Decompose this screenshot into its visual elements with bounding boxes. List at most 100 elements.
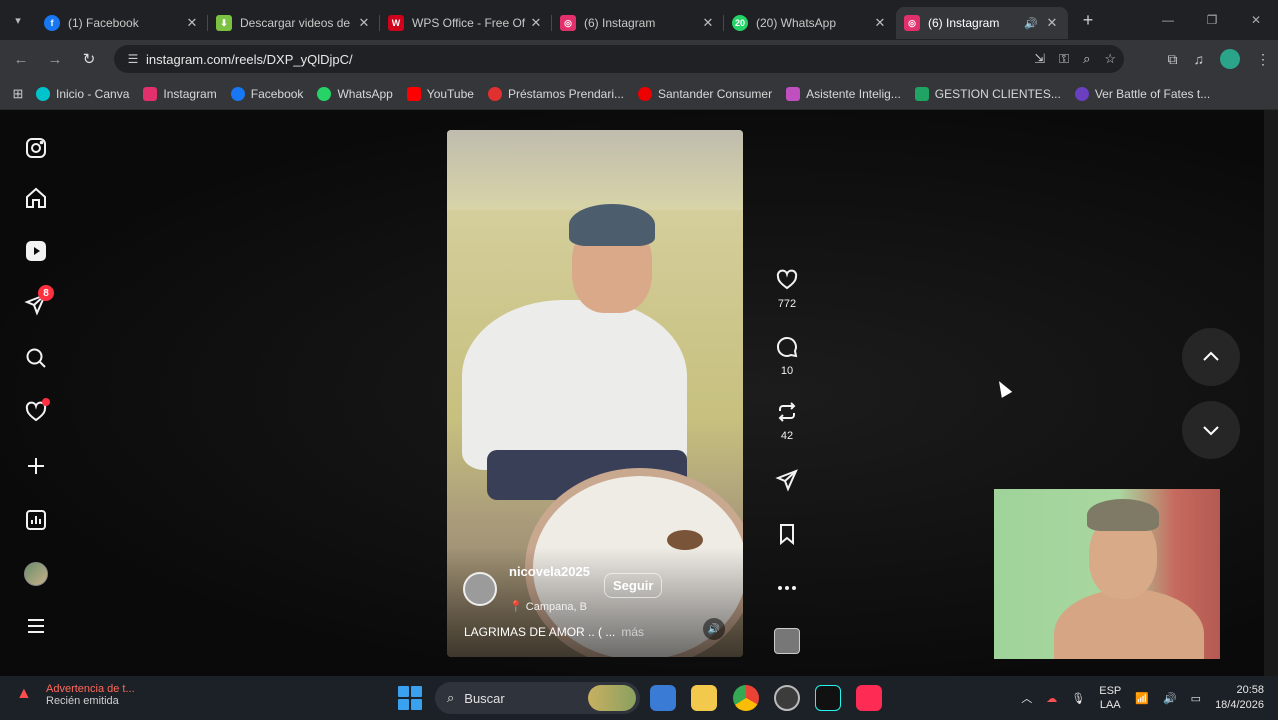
- like-action[interactable]: 772: [770, 268, 804, 310]
- profile-avatar[interactable]: [1220, 49, 1240, 69]
- save-action[interactable]: [770, 522, 804, 546]
- back-icon[interactable]: ←: [4, 42, 38, 76]
- bookmark-label: Inicio - Canva: [56, 86, 130, 101]
- reel-video[interactable]: nicovela2025 Seguir 📍 Campana, B LAGRIMA…: [447, 130, 743, 657]
- site-info-icon[interactable]: ☰: [120, 52, 146, 66]
- onedrive-icon[interactable]: ☁: [1046, 692, 1057, 705]
- profile-avatar[interactable]: [22, 560, 50, 588]
- bookmark-asistente[interactable]: Asistente Intelig...: [786, 86, 901, 101]
- follow-button[interactable]: Seguir: [604, 573, 663, 598]
- more-link[interactable]: más: [621, 625, 644, 639]
- tab-instagram-active[interactable]: ◎ (6) Instagram 🔊 ✕: [896, 7, 1068, 39]
- minimize-icon[interactable]: —: [1146, 0, 1190, 40]
- address-bar[interactable]: ☰ instagram.com/reels/DXP_yQlDjpC/ ⇲ ⚿ ⌕…: [114, 45, 1124, 73]
- volume-icon[interactable]: 🔊: [703, 618, 725, 640]
- close-icon[interactable]: ✕: [872, 15, 888, 31]
- wifi-icon[interactable]: 📶: [1135, 692, 1149, 705]
- menu-kebab-icon[interactable]: ⋮: [1256, 51, 1270, 68]
- previous-reel-button[interactable]: [1182, 328, 1240, 386]
- maximize-icon[interactable]: ❐: [1190, 0, 1234, 40]
- close-window-icon[interactable]: ✕: [1234, 0, 1278, 40]
- reels-icon[interactable]: [22, 237, 50, 265]
- tab-whatsapp[interactable]: 20 (20) WhatsApp ✕: [724, 7, 896, 39]
- bookmark-santander[interactable]: Santander Consumer: [638, 86, 772, 101]
- bookmark-star-icon[interactable]: ☆: [1104, 51, 1116, 67]
- language-indicator[interactable]: ESP LAA: [1099, 684, 1121, 712]
- close-icon[interactable]: ✕: [528, 15, 544, 31]
- bookmark-facebook[interactable]: Facebook: [230, 86, 303, 101]
- tab-instagram-1[interactable]: ◎ (6) Instagram ✕: [552, 7, 724, 39]
- more-options-icon[interactable]: [770, 576, 804, 600]
- home-icon[interactable]: [22, 184, 50, 212]
- chrome-icon[interactable]: [733, 685, 759, 711]
- windows-taskbar: ▲ Advertencia de t... Recién emitida ⌕ B…: [0, 676, 1278, 720]
- comment-action[interactable]: 10: [770, 335, 804, 377]
- chevron-down-icon: [1203, 426, 1219, 436]
- password-key-icon[interactable]: ⚿: [1059, 51, 1069, 67]
- speaker-icon[interactable]: 🔊: [1024, 17, 1038, 30]
- next-reel-button[interactable]: [1182, 401, 1240, 459]
- repost-count: 42: [780, 430, 794, 442]
- tab-search-button[interactable]: ▾: [0, 0, 36, 40]
- webcam-overlay: [994, 489, 1220, 659]
- close-icon[interactable]: ✕: [184, 15, 200, 31]
- bookmark-whatsapp[interactable]: WhatsApp: [317, 86, 393, 101]
- messages-icon[interactable]: 8: [22, 285, 54, 318]
- file-explorer-icon[interactable]: [691, 685, 717, 711]
- tab-facebook[interactable]: f (1) Facebook ✕: [36, 7, 208, 39]
- install-app-icon[interactable]: ⇲: [1034, 51, 1045, 67]
- battle-icon: [1074, 86, 1089, 101]
- location-label[interactable]: 📍 Campana, B: [509, 600, 589, 613]
- clock[interactable]: 20:58 18/4/2026: [1215, 683, 1264, 713]
- heart-icon[interactable]: [22, 398, 50, 426]
- new-tab-button[interactable]: +: [1072, 4, 1104, 36]
- author-avatar[interactable]: [463, 572, 497, 606]
- forward-icon[interactable]: →: [38, 42, 72, 76]
- reel-caption[interactable]: LAGRIMAS DE AMOR .. ( ... más: [464, 625, 644, 639]
- language-code: ESP: [1099, 685, 1122, 697]
- create-plus-icon[interactable]: [22, 452, 50, 480]
- volume-icon[interactable]: 🔊: [1163, 692, 1177, 705]
- zoom-icon[interactable]: ⌕: [1083, 51, 1090, 67]
- author-username[interactable]: nicovela2025: [509, 563, 595, 581]
- apps-grid-icon[interactable]: ⊞: [0, 86, 36, 102]
- tab-descargar[interactable]: ⬇ Descargar videos de ✕: [208, 7, 380, 39]
- hamburger-menu-icon[interactable]: [22, 612, 50, 640]
- bookmark-canva[interactable]: Inicio - Canva: [36, 86, 130, 101]
- browser-toolbar: ← → ↻ ☰ instagram.com/reels/DXP_yQlDjpC/…: [0, 40, 1278, 78]
- repost-action[interactable]: 42: [770, 400, 804, 442]
- chevron-up-icon[interactable]: ︿: [1021, 690, 1032, 706]
- close-icon[interactable]: ✕: [1044, 15, 1060, 31]
- bookmark-label: Préstamos Prendari...: [507, 86, 624, 101]
- chrome-app-icon[interactable]: [774, 685, 800, 711]
- store-app-icon[interactable]: [650, 685, 676, 711]
- reload-icon[interactable]: ↻: [72, 42, 106, 76]
- windows-start-icon[interactable]: [398, 686, 422, 710]
- audio-thumbnail[interactable]: [770, 628, 804, 654]
- search-icon[interactable]: [22, 344, 50, 372]
- url-text[interactable]: instagram.com/reels/DXP_yQlDjpC/: [146, 52, 353, 67]
- page-scrollbar[interactable]: [1264, 110, 1278, 676]
- tiktok-icon[interactable]: [815, 685, 841, 711]
- notification-widget[interactable]: ▲ Advertencia de t... Recién emitida: [16, 683, 135, 707]
- search-placeholder: Buscar: [464, 690, 505, 706]
- microphone-icon[interactable]: 🎙: [1071, 692, 1085, 705]
- tiktok-app-icon[interactable]: [856, 685, 882, 711]
- system-tray: ︿ ☁ 🎙 ESP LAA 📶 🔊 ▭ 20:58 18/4/2026: [1021, 676, 1278, 720]
- close-icon[interactable]: ✕: [356, 15, 372, 31]
- share-action[interactable]: [770, 468, 804, 492]
- bookmark-prestamos[interactable]: Préstamos Prendari...: [487, 86, 624, 101]
- bookmark-gestion[interactable]: GESTION CLIENTES...: [914, 86, 1061, 101]
- instagram-logo-icon[interactable]: [22, 134, 50, 162]
- instagram-icon: ◎: [560, 15, 576, 31]
- battery-icon[interactable]: ▭: [1191, 692, 1201, 705]
- bookmark-battle[interactable]: Ver Battle of Fates t...: [1074, 86, 1210, 101]
- media-control-icon[interactable]: ♫: [1194, 51, 1205, 67]
- bookmark-instagram[interactable]: Instagram: [143, 86, 217, 101]
- dashboard-icon[interactable]: [22, 506, 50, 534]
- bookmark-youtube[interactable]: YouTube: [406, 86, 474, 101]
- tab-wps[interactable]: W WPS Office - Free Of ✕: [380, 7, 552, 39]
- extensions-icon[interactable]: ⧉: [1168, 51, 1178, 68]
- taskbar-search[interactable]: ⌕ Buscar: [435, 682, 640, 714]
- close-icon[interactable]: ✕: [700, 15, 716, 31]
